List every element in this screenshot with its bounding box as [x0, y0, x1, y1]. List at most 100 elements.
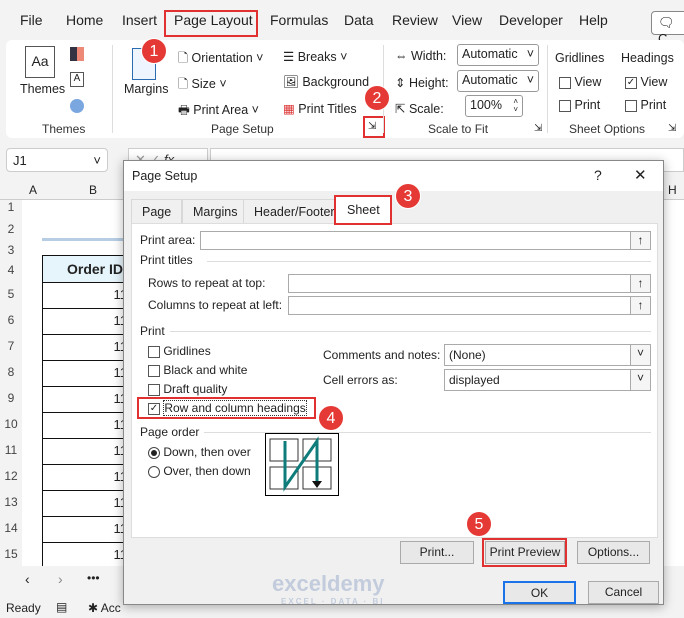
macro-record-icon[interactable]: ▤: [56, 600, 67, 614]
rows-repeat-input[interactable]: ↑: [288, 274, 651, 293]
menu-developer[interactable]: Developer: [499, 12, 563, 28]
close-button[interactable]: ✕: [634, 166, 647, 184]
menu-review[interactable]: Review: [392, 12, 438, 28]
order-id-cell[interactable]: 11: [42, 517, 132, 543]
chevron-down-icon[interactable]: ˅: [630, 345, 650, 365]
collapse-dialog-icon[interactable]: ↑: [630, 275, 650, 292]
gridlines-print-checkbox[interactable]: Print: [559, 98, 600, 112]
order-id-cell[interactable]: 11: [42, 491, 132, 517]
size-button[interactable]: 🗋 Size ˅: [178, 75, 227, 96]
comments-button[interactable]: 🗨 C: [651, 11, 684, 46]
tab-margins[interactable]: Margins: [182, 199, 249, 223]
width-select[interactable]: Automatic ˅: [457, 44, 539, 66]
menu-insert[interactable]: Insert: [122, 12, 157, 28]
tab-page[interactable]: Page: [131, 199, 183, 223]
cell-errors-label: Cell errors as:: [323, 373, 398, 387]
row-header[interactable]: 8: [0, 365, 22, 379]
print-button[interactable]: Print...: [400, 541, 474, 564]
column-header-h[interactable]: H: [668, 183, 677, 197]
row-header[interactable]: 9: [0, 391, 22, 405]
headings-print-checkbox[interactable]: Print: [625, 98, 666, 112]
sheet-options-launcher[interactable]: ⇲: [668, 123, 676, 134]
chevron-down-icon[interactable]: ˅: [630, 370, 650, 390]
row-header[interactable]: 15: [0, 547, 22, 561]
menu-home[interactable]: Home: [66, 12, 103, 28]
divider: [112, 45, 113, 133]
row-header[interactable]: 12: [0, 469, 22, 483]
cancel-button[interactable]: Cancel: [588, 581, 659, 604]
row-header[interactable]: 3: [0, 243, 22, 257]
order-id-cell[interactable]: 11: [42, 465, 132, 491]
colors-icon[interactable]: [70, 47, 84, 61]
cols-repeat-input[interactable]: ↑: [288, 296, 651, 315]
print-titles-button[interactable]: ▦ Print Titles: [283, 101, 357, 116]
background-button[interactable]: 🖼 Background: [283, 75, 369, 90]
menu-formulas[interactable]: Formulas: [270, 12, 328, 28]
margins-button[interactable]: Margins: [124, 82, 168, 96]
row-header[interactable]: 1: [0, 200, 22, 214]
highlight-page-layout: [164, 10, 258, 37]
row-header[interactable]: 4: [0, 263, 22, 277]
collapse-dialog-icon[interactable]: ↑: [630, 232, 650, 249]
menu-data[interactable]: Data: [344, 12, 374, 28]
over-then-down-radio[interactable]: Over, then down: [148, 464, 251, 478]
breaks-button[interactable]: ☰ Breaks ˅: [283, 49, 347, 64]
options-button[interactable]: Options...: [577, 541, 650, 564]
print-area-input[interactable]: ↑: [200, 231, 651, 250]
fonts-icon[interactable]: A: [70, 72, 84, 87]
row-header[interactable]: 5: [0, 287, 22, 301]
themes-button[interactable]: Themes: [20, 82, 65, 96]
accessibility-status[interactable]: ✱ Acc: [88, 601, 121, 615]
gridlines-label: Gridlines: [163, 344, 211, 358]
row-header[interactable]: 13: [0, 495, 22, 509]
print-area-button[interactable]: 🖶 Print Area ˅: [178, 101, 259, 122]
order-id-cell[interactable]: 11: [42, 283, 132, 309]
name-box[interactable]: J1 ˅: [6, 148, 108, 172]
next-sheet-icon[interactable]: ›: [58, 571, 63, 587]
help-button[interactable]: ?: [594, 167, 602, 183]
menu-file[interactable]: File: [20, 12, 43, 28]
gridlines-view-checkbox[interactable]: View: [559, 75, 601, 89]
black-white-checkbox[interactable]: Black and white: [148, 363, 247, 377]
height-select[interactable]: Automatic ˅: [457, 70, 539, 92]
collapse-dialog-icon[interactable]: ↑: [630, 297, 650, 314]
column-header-b[interactable]: B: [89, 183, 97, 197]
row-header[interactable]: 7: [0, 339, 22, 353]
row-header[interactable]: 10: [0, 417, 22, 431]
scale-spinner[interactable]: 100% ˄ ˅: [465, 95, 523, 117]
gridlines-label: Gridlines: [555, 51, 605, 65]
headings-view-checkbox[interactable]: ✓ View: [625, 75, 667, 89]
menu-view[interactable]: View: [452, 12, 482, 28]
scale-value: 100%: [470, 98, 502, 112]
order-id-cell[interactable]: 11: [42, 413, 132, 439]
ok-button[interactable]: OK: [503, 581, 576, 604]
tab-header-footer[interactable]: Header/Footer: [243, 199, 346, 223]
row-header[interactable]: 14: [0, 521, 22, 535]
comments-select[interactable]: (None) ˅: [444, 344, 651, 366]
column-header-a[interactable]: A: [29, 183, 37, 197]
row-header[interactable]: 11: [0, 443, 22, 457]
order-id-cell[interactable]: 11: [42, 309, 132, 335]
status-ready: Ready: [6, 601, 41, 615]
watermark-logo: exceldemy EXCEL · DATA · BI: [272, 571, 385, 606]
effects-icon[interactable]: [70, 99, 84, 113]
order-id-cell[interactable]: 11: [42, 387, 132, 413]
prev-sheet-icon[interactable]: ‹: [25, 571, 30, 587]
draft-quality-checkbox[interactable]: Draft quality: [148, 382, 227, 396]
down-then-over-radio[interactable]: Down, then over: [148, 445, 251, 459]
orientation-button[interactable]: 🗋 Orientation ˅: [178, 49, 263, 70]
page-order-heading: Page order: [140, 425, 200, 439]
row-header[interactable]: 2: [0, 222, 22, 236]
scale-text: Scale:: [408, 102, 444, 116]
gridlines-checkbox[interactable]: Gridlines: [148, 344, 211, 358]
order-id-cell[interactable]: 11: [42, 335, 132, 361]
order-id-cell[interactable]: 11: [42, 439, 132, 465]
scale-launcher[interactable]: ⇲: [534, 123, 542, 134]
row-header[interactable]: 6: [0, 313, 22, 327]
highlight-sheet-tab: [334, 195, 392, 225]
print-label: Print: [640, 98, 667, 112]
order-id-cell[interactable]: 11: [42, 361, 132, 387]
menu-help[interactable]: Help: [579, 12, 608, 28]
cell-errors-select[interactable]: displayed ˅: [444, 369, 651, 391]
more-sheets-icon[interactable]: •••: [87, 571, 100, 585]
